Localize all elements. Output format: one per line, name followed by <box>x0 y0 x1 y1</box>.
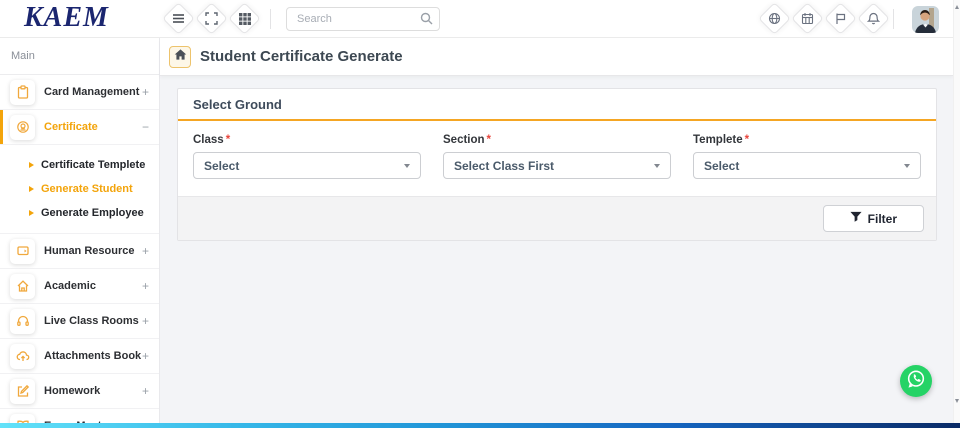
apps-grid-button[interactable] <box>228 2 261 35</box>
language-button[interactable] <box>758 2 791 35</box>
filter-button[interactable]: Filter <box>822 205 924 232</box>
expand-toggle[interactable]: + <box>142 349 149 363</box>
sidebar-subitem-certificate-templete[interactable]: Certificate Templete <box>0 153 159 177</box>
topbar-divider <box>270 9 271 29</box>
expand-toggle[interactable]: + <box>142 384 149 398</box>
required-asterisk: * <box>486 134 492 146</box>
panel-title: Select Ground <box>178 89 936 121</box>
main-content: Select Ground Class * Select Section * S… <box>160 76 953 428</box>
templete-select[interactable]: Select <box>693 152 921 179</box>
bell-icon <box>863 8 884 29</box>
notifications-button[interactable] <box>857 2 890 35</box>
sidebar-item-human-resource[interactable]: Human Resource + <box>0 234 159 269</box>
brand-logo[interactable]: KAEM <box>24 2 109 34</box>
triangle-bullet-icon <box>29 210 34 216</box>
section-select[interactable]: Select Class First <box>443 152 671 179</box>
search-icon[interactable] <box>420 12 433 30</box>
home-outline-icon <box>10 273 35 299</box>
home-icon <box>174 48 187 66</box>
search-input[interactable] <box>286 7 440 31</box>
certificate-seal-icon <box>10 114 35 140</box>
sidebar-item-label: Academic <box>44 280 96 292</box>
search-box <box>286 7 440 31</box>
expand-toggle[interactable]: + <box>142 244 149 258</box>
clipboard-icon <box>10 79 35 105</box>
globe-icon <box>764 8 785 29</box>
class-select[interactable]: Select <box>193 152 421 179</box>
chevron-down-icon <box>904 163 910 168</box>
required-asterisk: * <box>744 134 750 146</box>
page-header-bar: Student Certificate Generate <box>160 38 953 76</box>
grid-icon <box>234 8 255 29</box>
triangle-bullet-icon <box>29 186 34 192</box>
filter-funnel-icon <box>850 211 862 226</box>
headset-icon <box>10 308 35 334</box>
class-select-value: Select <box>204 158 240 173</box>
topbar-divider <box>893 9 894 29</box>
fullscreen-icon <box>201 8 222 29</box>
sidebar-item-homework[interactable]: Homework + <box>0 374 159 409</box>
chat-icon <box>10 238 35 264</box>
expand-toggle[interactable]: + <box>142 85 149 99</box>
section-label: Section * <box>443 134 492 146</box>
whatsapp-icon <box>905 368 927 395</box>
sidebar-item-label: Certificate <box>44 121 98 133</box>
collapse-toggle[interactable]: − <box>142 120 149 134</box>
sidebar-item-label: Attachments Book <box>44 350 142 362</box>
sidebar-item-label: Homework <box>44 385 101 397</box>
sidebar-item-live-class-rooms[interactable]: Live Class Rooms + <box>0 304 159 339</box>
flag-icon <box>830 8 851 29</box>
expand-toggle[interactable]: + <box>142 314 149 328</box>
hamburger-menu-icon <box>168 8 189 29</box>
section-select-value: Select Class First <box>454 158 555 173</box>
sidebar-subitem-generate-employee[interactable]: Generate Employee <box>0 201 159 225</box>
edit-pencil-icon <box>10 378 35 404</box>
calendar-button[interactable] <box>791 2 824 35</box>
templete-field: Templete * Select <box>693 134 921 179</box>
home-button[interactable] <box>169 46 191 68</box>
expand-toggle[interactable]: + <box>142 279 149 293</box>
templete-label: Templete * <box>693 134 750 146</box>
section-field: Section * Select Class First <box>443 134 671 179</box>
page-title: Student Certificate Generate <box>200 48 403 65</box>
scroll-down-arrow-icon[interactable] <box>955 399 959 403</box>
scroll-up-arrow-icon[interactable] <box>955 5 959 9</box>
class-label: Class * <box>193 134 231 146</box>
sidebar-item-label: Live Class Rooms <box>44 315 139 327</box>
chevron-down-icon <box>654 163 660 168</box>
select-ground-panel: Select Ground Class * Select Section * S… <box>177 88 937 241</box>
cloud-upload-icon <box>10 343 35 369</box>
sidebar-subitem-generate-student[interactable]: Generate Student <box>0 177 159 201</box>
filter-form: Class * Select Section * Select Class Firs… <box>178 121 936 196</box>
sidebar: Main Card Management + Certificate − Cer… <box>0 38 160 428</box>
templete-select-value: Select <box>704 158 740 173</box>
sidebar-item-card-management[interactable]: Card Management + <box>0 75 159 110</box>
triangle-bullet-icon <box>29 162 34 168</box>
panel-footer: Filter <box>178 196 936 240</box>
sidebar-section-label: Main <box>0 38 159 75</box>
sidebar-toggle-button[interactable] <box>162 2 195 35</box>
user-avatar[interactable] <box>912 6 939 33</box>
required-asterisk: * <box>225 134 231 146</box>
sidebar-item-academic[interactable]: Academic + <box>0 269 159 304</box>
top-bar: KAEM <box>0 0 953 38</box>
class-field: Class * Select <box>193 134 421 179</box>
sidebar-item-certificate[interactable]: Certificate − <box>0 110 159 145</box>
sidebar-item-label: Card Management <box>44 86 140 98</box>
vertical-scrollbar[interactable] <box>953 0 960 428</box>
app-window: KAEM Search Student Certificate Generate… <box>0 0 960 428</box>
report-flag-button[interactable] <box>824 2 857 35</box>
certificate-submenu: Certificate Templete Generate Student Ge… <box>0 145 159 234</box>
calendar-icon <box>797 8 818 29</box>
whatsapp-button[interactable] <box>900 365 932 397</box>
sidebar-item-attachments-book[interactable]: Attachments Book + <box>0 339 159 374</box>
fullscreen-button[interactable] <box>195 2 228 35</box>
sidebar-item-label: Human Resource <box>44 245 135 257</box>
chevron-down-icon <box>404 163 410 168</box>
bottom-gradient-bar <box>0 423 960 428</box>
